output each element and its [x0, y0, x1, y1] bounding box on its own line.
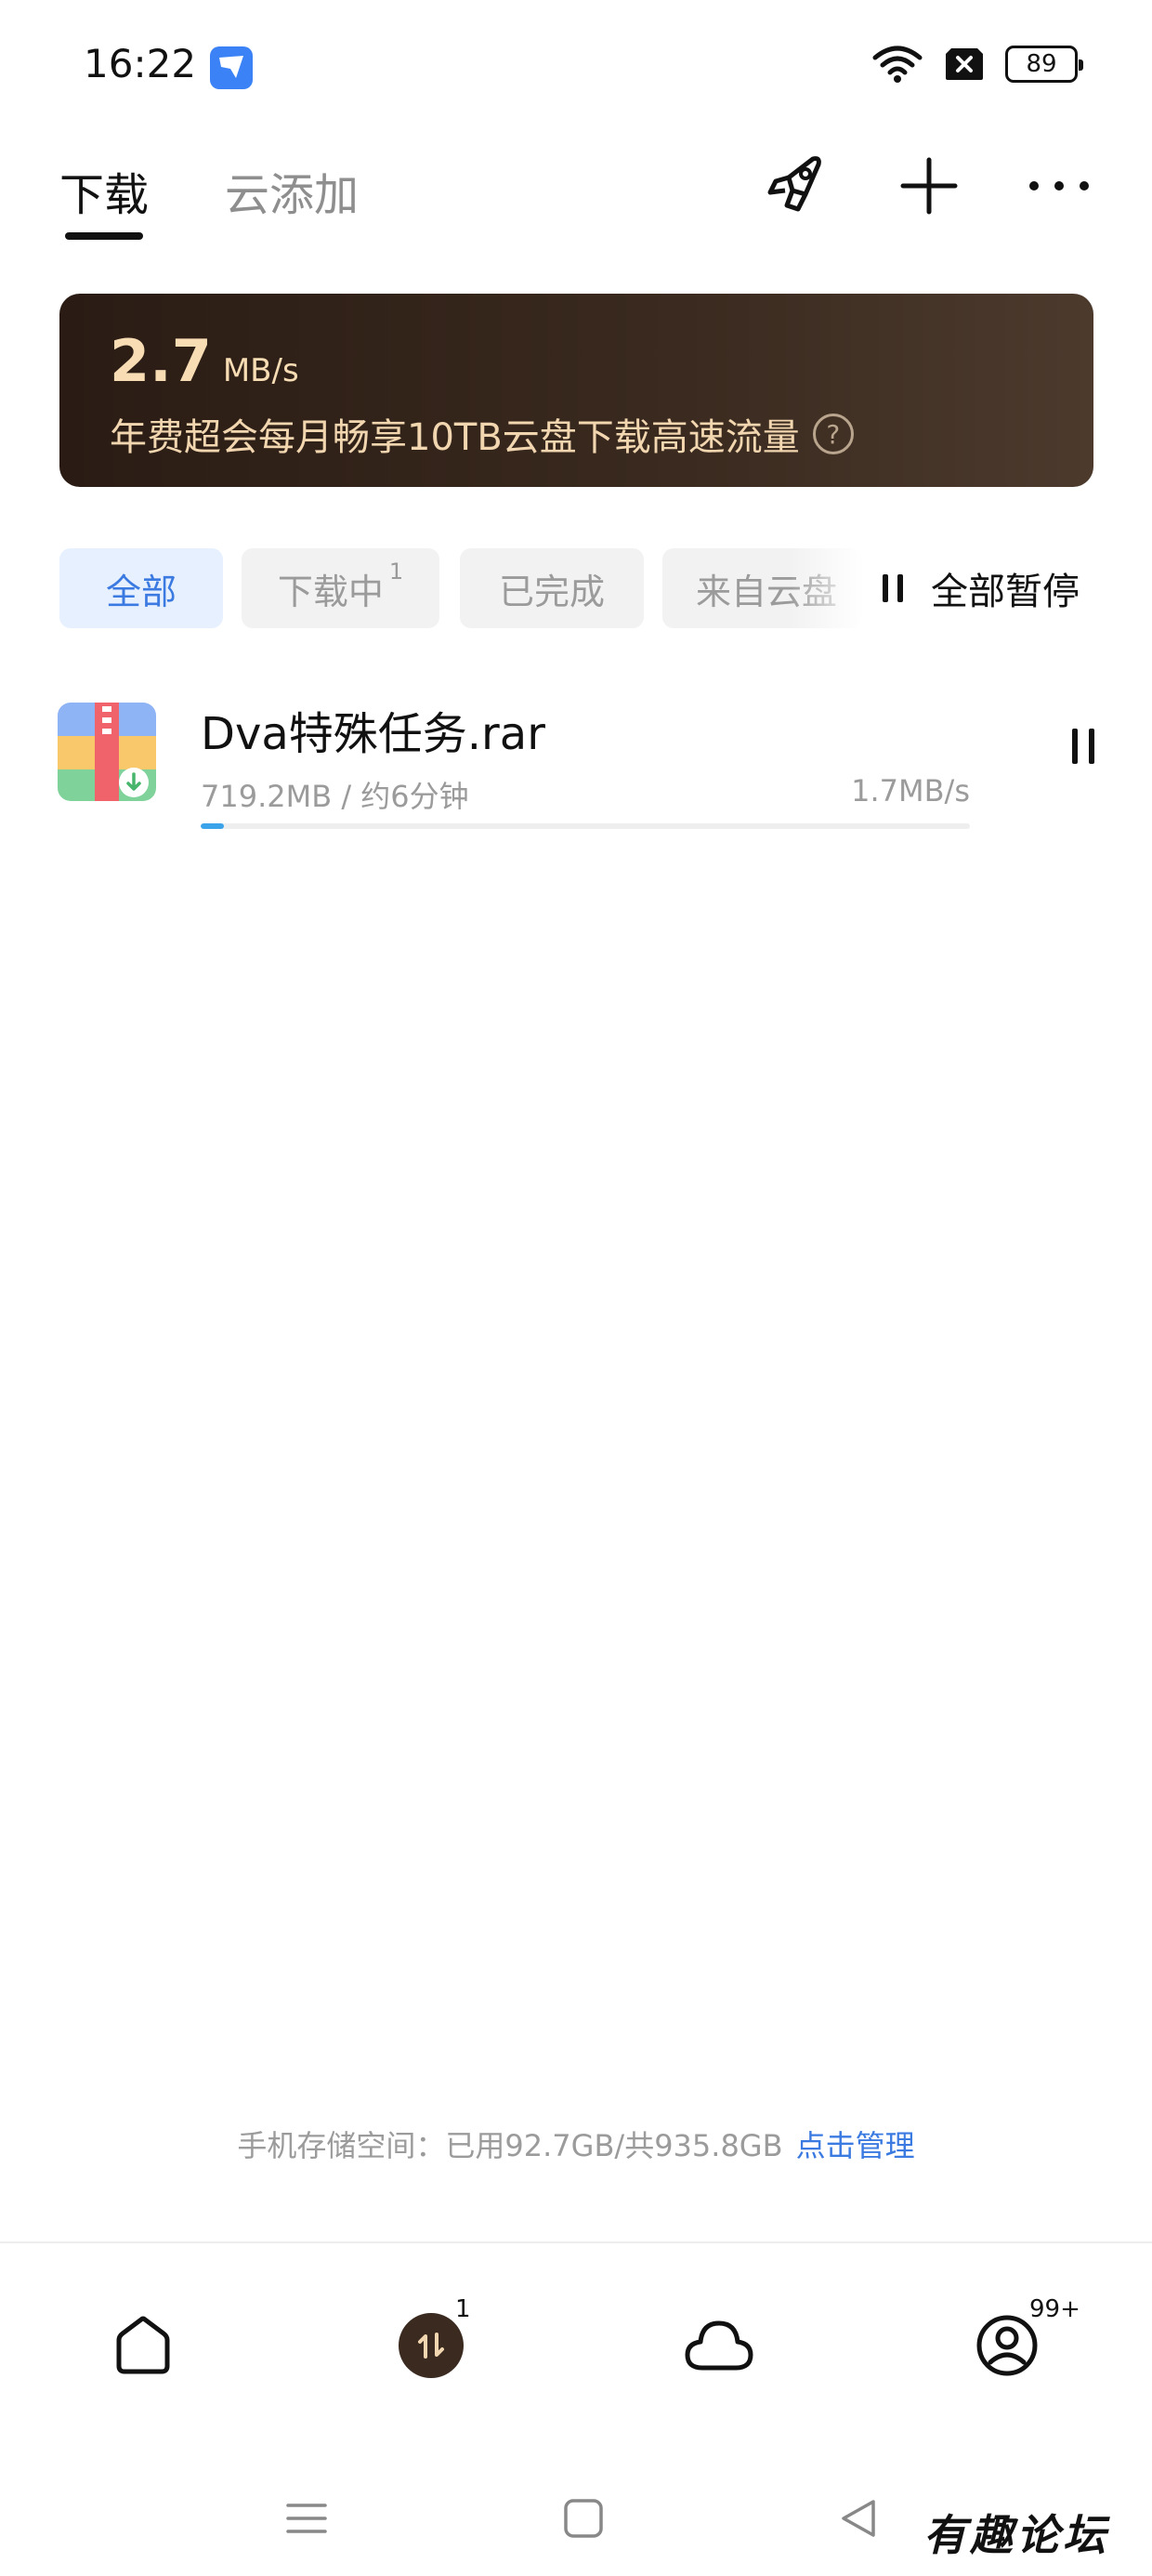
speed-value: 2.7 [110, 327, 212, 395]
cloud-icon [685, 2320, 753, 2371]
file-size: 719.2MB [201, 779, 333, 814]
more-icon[interactable] [1022, 149, 1096, 223]
storage-text: 手机存储空间：已用92.7GB/共935.8GB [237, 2128, 783, 2163]
home-icon [116, 2316, 170, 2374]
filter-bar: 全部 下载中 1 已完成 来自云盘 全部暂停 [0, 548, 1152, 632]
filter-downloading-label: 下载中 [277, 571, 384, 612]
transfer-icon [399, 2313, 464, 2378]
wifi-icon [871, 45, 923, 84]
storage-info: 手机存储空间：已用92.7GB/共935.8GB 点击管理 [0, 2123, 1152, 2165]
battery-icon: 89 [1005, 46, 1083, 83]
menu-icon[interactable] [269, 2481, 344, 2556]
manage-storage-link[interactable]: 点击管理 [796, 2128, 915, 2163]
pause-all-button[interactable]: 全部暂停 [883, 556, 1080, 621]
pause-icon [883, 574, 903, 602]
promo-text: 年费超会每月畅享10TB云盘下载高速流量 ? [110, 407, 854, 461]
current-speed: 2.7 MB/s [110, 327, 299, 395]
file-eta: 约6分钟 [360, 779, 469, 814]
back-icon[interactable] [821, 2481, 896, 2556]
archive-file-icon [58, 703, 156, 801]
file-speed: 1.7MB/s [851, 773, 970, 808]
speed-banner[interactable]: 2.7 MB/s 年费超会每月畅享10TB云盘下载高速流量 ? [59, 294, 1093, 487]
filter-completed[interactable]: 已完成 [460, 548, 644, 628]
pause-all-label: 全部暂停 [931, 571, 1080, 613]
download-page: 16:22 89 下载 云添加 2.7 MB/s 年费超会每月畅享10TB云盘下… [0, 0, 1152, 2576]
active-tab-indicator [65, 232, 143, 240]
app-notification-icon [210, 46, 253, 89]
file-meta: 719.2MB / 约6分钟 [201, 773, 469, 816]
transfer-badge: 1 [455, 2295, 471, 2323]
download-progress-bar [201, 823, 970, 829]
promo-label: 年费超会每月畅享10TB云盘下载高速流量 [110, 416, 800, 459]
speed-unit: MB/s [222, 352, 299, 389]
filter-all-label: 全部 [105, 571, 177, 612]
filter-all[interactable]: 全部 [59, 548, 223, 628]
no-sim-icon [944, 46, 985, 82]
top-header: 下载 云添加 [0, 139, 1152, 260]
filter-downloading[interactable]: 下载中 1 [242, 548, 439, 628]
tab-download[interactable]: 下载 [59, 158, 149, 223]
add-icon[interactable] [892, 149, 966, 223]
help-icon[interactable]: ? [812, 414, 854, 454]
status-time: 16:22 [84, 41, 197, 86]
watermark-text: 有趣论坛 [923, 2510, 1109, 2560]
battery-level: 89 [1026, 50, 1057, 78]
item-pause-button[interactable] [1055, 714, 1111, 779]
filter-completed-label: 已完成 [498, 571, 605, 612]
status-bar: 16:22 89 [0, 0, 1152, 139]
progress-fill [201, 823, 224, 829]
bottom-nav: 1 99+ [0, 2241, 1152, 2455]
download-item[interactable]: Dva特殊任务.rar 719.2MB / 约6分钟 1.7MB/s [0, 688, 1152, 846]
status-icons: 89 [871, 45, 1083, 84]
file-name: Dva特殊任务.rar [201, 708, 545, 760]
nav-cloud[interactable] [673, 2299, 766, 2392]
filter-downloading-count: 1 [388, 559, 404, 585]
system-home-icon[interactable] [546, 2481, 621, 2556]
nav-home[interactable] [97, 2299, 190, 2392]
profile-badge: 99+ [1029, 2295, 1080, 2323]
rocket-icon[interactable] [758, 149, 832, 223]
meta-separator: / [332, 779, 361, 814]
filter-scroll-fade [790, 548, 883, 628]
tab-cloud-add[interactable]: 云添加 [225, 158, 359, 223]
